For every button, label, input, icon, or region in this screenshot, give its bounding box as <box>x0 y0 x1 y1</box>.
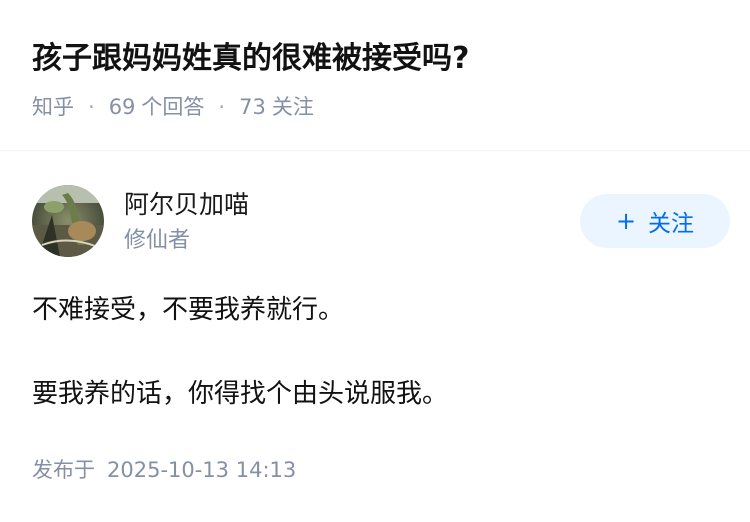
publish-info: 发布于 2025-10-13 14:13 <box>32 454 296 486</box>
answer-paragraph: 不难接受，不要我养就行。 <box>32 295 345 325</box>
followers-label: 关注 <box>271 95 314 119</box>
question-title[interactable]: 孩子跟妈妈姓真的很难被接受吗? <box>32 30 722 88</box>
published-time: 2025-10-13 14:13 <box>107 458 297 482</box>
answers-label: 个回答 <box>141 95 205 119</box>
author-name[interactable]: 阿尔贝加喵 <box>124 187 249 223</box>
answer-content: 不难接受，不要我养就行。 要我养的话，你得找个由头说服我。 <box>32 288 722 416</box>
author-info: 阿尔贝加喵 修仙者 + 关注 <box>32 185 730 259</box>
section-divider <box>0 150 750 151</box>
author-badge: 修仙者 <box>124 228 191 253</box>
separator-dot: · <box>218 95 226 119</box>
answer-paragraph: 要我养的话，你得找个由头说服我。 <box>32 379 449 409</box>
follow-button[interactable]: + 关注 <box>580 194 730 248</box>
separator-dot: · <box>88 95 95 119</box>
followers-count-link[interactable]: 73 关注 <box>239 92 314 122</box>
source-label[interactable]: 知乎 <box>32 92 74 122</box>
question-meta: 知乎 · 69 个回答 · 73 关注 <box>32 92 722 122</box>
plus-icon: + <box>615 207 637 235</box>
followers-count: 73 <box>239 95 266 119</box>
published-label: 发布于 <box>32 458 95 482</box>
answers-count-link[interactable]: 69 个回答 <box>109 92 205 122</box>
question-header: 孩子跟妈妈姓真的很难被接受吗? 知乎 · 69 个回答 · 73 关注 <box>32 30 722 122</box>
follow-button-label: 关注 <box>648 211 695 237</box>
avatar[interactable] <box>32 185 104 257</box>
answers-count: 69 <box>108 95 136 119</box>
avatar-image <box>32 185 104 257</box>
